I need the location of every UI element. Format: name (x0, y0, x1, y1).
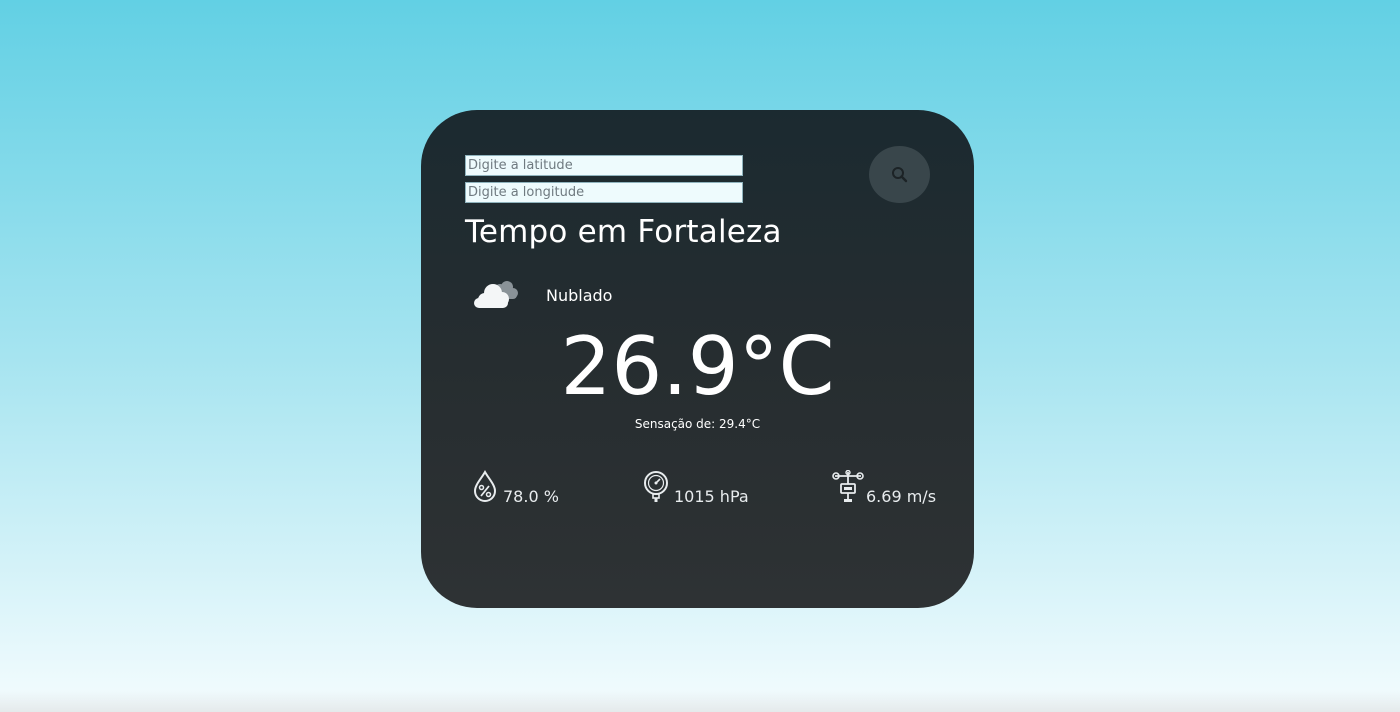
temperature: 26.9°C (560, 320, 835, 413)
pressure-value: 1015 hPa (674, 487, 749, 506)
condition-text: Nublado (546, 286, 613, 305)
search-button[interactable] (869, 146, 930, 203)
latitude-input[interactable] (465, 155, 743, 176)
humidity-value: 78.0 % (503, 487, 559, 506)
weather-card: Tempo em Fortaleza Nublado 26.9°C Sensaç… (421, 110, 974, 608)
anemometer-icon (832, 470, 864, 502)
feels-like: Sensação de: 29.4°C (634, 417, 761, 431)
cloud-icon (474, 281, 518, 308)
humidity-icon (473, 470, 497, 502)
wind-value: 6.69 m/s (866, 487, 937, 506)
city-title: Tempo em Fortaleza (465, 214, 782, 250)
longitude-input[interactable] (465, 182, 743, 203)
pressure-gauge-icon (644, 471, 668, 502)
bottom-shadow (0, 690, 1400, 712)
search-icon (892, 167, 908, 183)
